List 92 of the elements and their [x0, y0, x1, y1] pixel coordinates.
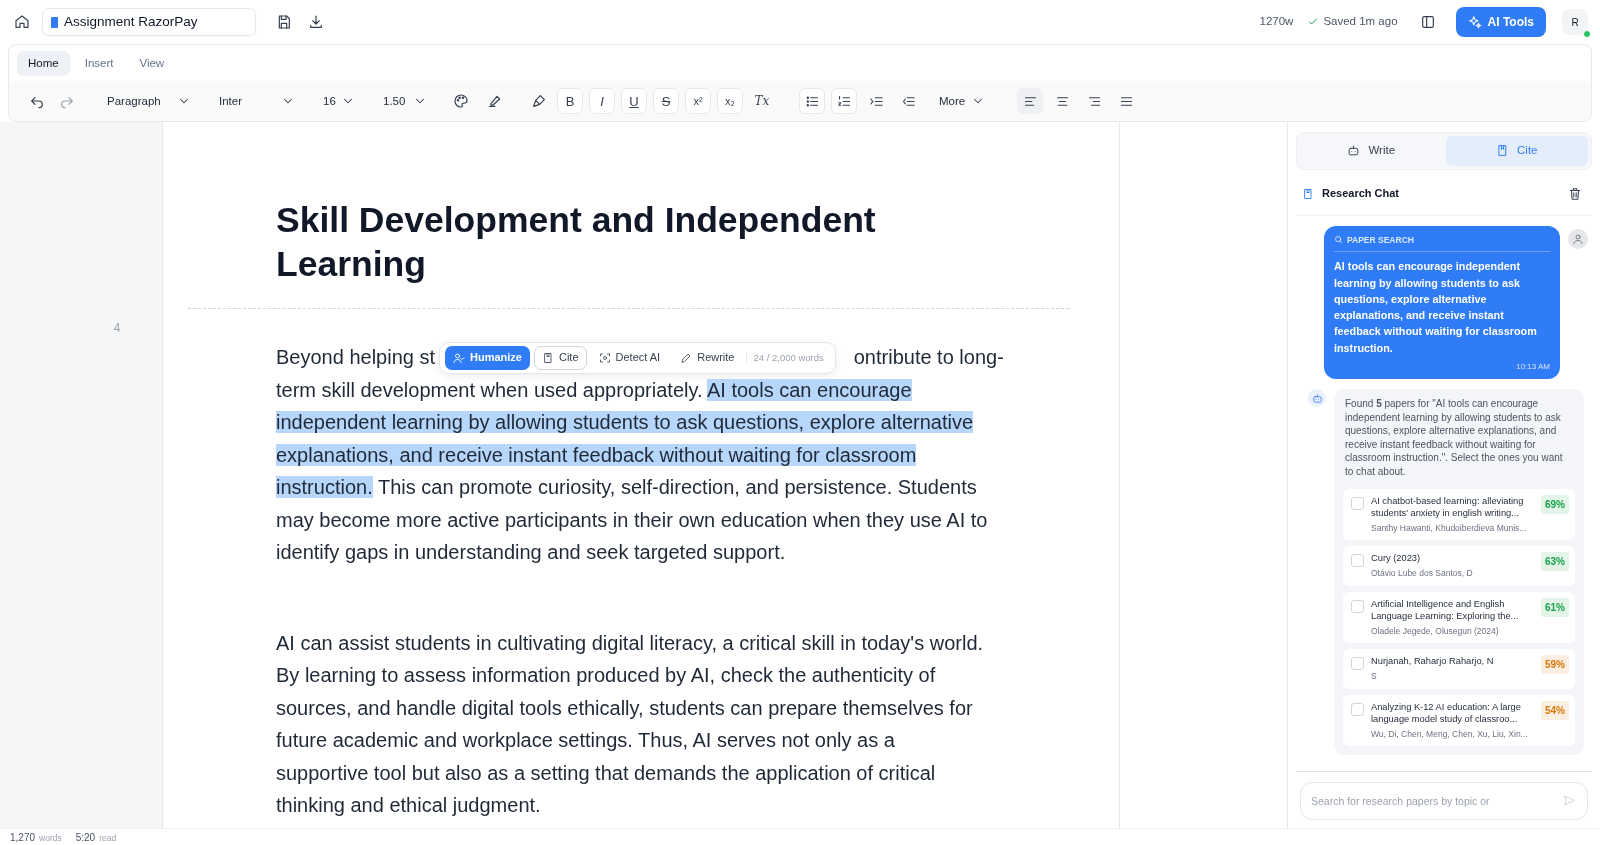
paper-authors: S [1371, 669, 1378, 683]
paragraph: term skill development when used appropriately. AI tools can encourage independent learning by allowing students to ask questions, explore alternative explanations, and receive instant feedback without waiting for classroom instruction. This can promote curiosity, self-direction, and persistence. Students may become more active participants in their own education when they use AI to identify gaps in understanding and seek targeted support. [276, 377, 988, 566]
paper-authors: Santhy Hawanti, Khudoiberdieva Munis... [1371, 521, 1528, 535]
line-height-select[interactable]: 1.50 [377, 89, 433, 113]
paper-title: Nurjanah, Raharjo Raharjo, N [1371, 655, 1495, 668]
document-heading: Skill Development and Independent Learning [276, 199, 877, 287]
avatar[interactable]: R [1562, 9, 1588, 35]
sparkle-icon [1467, 15, 1482, 29]
numbered-list-icon [836, 93, 852, 109]
paper-title: Cury (2023) [1371, 552, 1422, 565]
paper-card[interactable]: AI chatbot-based learning: alleviating students' anxiety in english writing... Santhy Hawanti, Khudoiberdieva Munis... 69% [1343, 488, 1575, 541]
chat-title: Research Chat [1322, 186, 1400, 202]
document-title-field[interactable]: Assignment RazorPay [42, 8, 256, 36]
send-icon [1563, 794, 1576, 807]
relevance-score: 69% [1541, 494, 1569, 514]
pencil-icon [680, 351, 693, 364]
relevance-score: 61% [1541, 597, 1569, 617]
bulleted-list-button[interactable] [799, 88, 825, 115]
trash-icon [1568, 186, 1582, 201]
page-number: 4 [112, 320, 122, 338]
italic-button[interactable]: I [589, 88, 615, 115]
ribbon-tab[interactable]: Home [17, 51, 70, 77]
paper-authors: Otávio Lube dos Santos, D [1371, 566, 1474, 580]
message-text: AI tools can encourage independent learning by allowing students to ask questions, explore alternative explanations, and receive instant feedback without waiting for classroom instruction. [1334, 259, 1538, 356]
paper-card[interactable]: Analyzing K-12 AI education: A large language model study of classroo... Wu, Di, Chen, Meng, Chen, Xu, Liu, Xin... 54% [1343, 694, 1575, 747]
brush-icon [531, 93, 547, 110]
checkbox[interactable] [1351, 702, 1364, 716]
paragraph-text: ontribute to long- [853, 345, 1004, 371]
paper-authors: Wu, Di, Chen, Meng, Chen, Xu, Liu, Xin... [1371, 727, 1529, 741]
detect-ai-button[interactable]: Detect AI [590, 345, 669, 370]
document-icon [51, 16, 58, 28]
paragraph: AI can assist students in cultivating digital literacy, a critical skill in today's world. By learning to assess information produced by AI, check the authenticity of sources, and handle digital tools ethically, students can prepare themselves for future academic and workplace settings. Thus, AI serves not only as a supportive tool but also as a setting that demands the application of critical thinking and ethical judgment. [276, 630, 985, 819]
rewrite-button[interactable]: Rewrite [672, 345, 743, 370]
word-count: 1270w [1259, 14, 1294, 30]
search-field[interactable]: Search for research papers by topic or [1300, 782, 1588, 820]
subscript-button[interactable]: x₂ [717, 88, 743, 115]
save-status: Saved 1m ago [1323, 14, 1398, 30]
status-value: 5:20 [75, 830, 96, 845]
status-unit: read [99, 831, 117, 845]
scan-icon [598, 351, 611, 364]
save-icon [276, 14, 292, 30]
paper-title: AI chatbot-based learning: alleviating students' anxiety in english writing... [1371, 494, 1525, 520]
paragraph-text: Beyond helping st [276, 345, 435, 371]
message-time: 10:13 AM [1515, 361, 1550, 374]
sidebar-icon [1419, 14, 1436, 30]
relevance-score: 63% [1541, 552, 1569, 572]
paper-title: Analyzing K-12 AI education: A large language model study of classroo... [1371, 700, 1522, 726]
document-title: Assignment RazorPay [64, 12, 198, 31]
checkbox[interactable] [1351, 496, 1364, 510]
bookmark-icon [1496, 144, 1509, 158]
relevance-score: 54% [1541, 700, 1569, 720]
status-unit: words [39, 831, 62, 845]
ribbon-tab[interactable]: Insert [73, 51, 125, 77]
panel-tab[interactable]: Write [1300, 136, 1443, 166]
bookmark-icon [542, 351, 554, 364]
clear-formatting-button[interactable]: Tx [749, 88, 775, 115]
relevance-score: 59% [1541, 655, 1569, 675]
strikethrough-button[interactable]: S [653, 88, 679, 115]
checkbox[interactable] [1351, 599, 1364, 613]
paper-card[interactable]: Nurjanah, Raharjo Raharjo, N S 59% [1343, 649, 1575, 689]
ribbon-tab[interactable]: View [128, 51, 176, 77]
more-button[interactable]: More [933, 89, 991, 113]
checkbox[interactable] [1351, 554, 1364, 568]
align-left-button[interactable] [1017, 88, 1043, 115]
font-size-select[interactable]: 16 [317, 89, 361, 113]
person-icon [453, 351, 465, 364]
bookmark-icon [1302, 187, 1314, 200]
font-select[interactable]: Inter [213, 89, 301, 113]
bold-button[interactable]: B [557, 88, 583, 115]
ai-tools-button[interactable]: AI Tools [1455, 7, 1546, 37]
cite-button[interactable]: Cite [534, 345, 587, 370]
robot-icon [1311, 392, 1323, 404]
paper-card[interactable]: Artificial Intelligence and English Language Learning: Exploring the... Oladele Jegede, Olusegun (2024) 61% [1343, 591, 1575, 644]
selection-word-count: 24 / 2,000 words [746, 352, 830, 363]
status-value: 1,270 [10, 830, 36, 845]
humanize-button[interactable]: Humanize [445, 345, 530, 370]
paper-title: Artificial Intelligence and English Language Learning: Exploring the... [1371, 597, 1520, 623]
superscript-button[interactable]: x² [685, 88, 711, 115]
search-icon [1334, 235, 1343, 245]
download-icon [308, 14, 324, 30]
paper-card[interactable]: Cury (2023) Otávio Lube dos Santos, D 63% [1343, 546, 1575, 586]
checkbox[interactable] [1351, 657, 1364, 671]
paragraph-style-select[interactable]: Paragraph [101, 89, 197, 113]
underline-button[interactable]: U [621, 88, 647, 115]
paper-authors: Oladele Jegede, Olusegun (2024) [1371, 624, 1500, 638]
numbered-list-button[interactable] [831, 88, 857, 115]
home-icon [14, 14, 30, 30]
palette-icon [453, 93, 469, 110]
marker-icon [487, 93, 503, 110]
bot-message-text: Found 5 papers for "AI tools can encourage independent learning by allowing students to ask questions, explore alternative explanations, and receive instant feedback without waiting for classroom instruction.". Select the ones you want to chat about. [1345, 397, 1564, 479]
message-label: PAPER SEARCH [1347, 233, 1414, 247]
robot-icon [1347, 144, 1361, 158]
